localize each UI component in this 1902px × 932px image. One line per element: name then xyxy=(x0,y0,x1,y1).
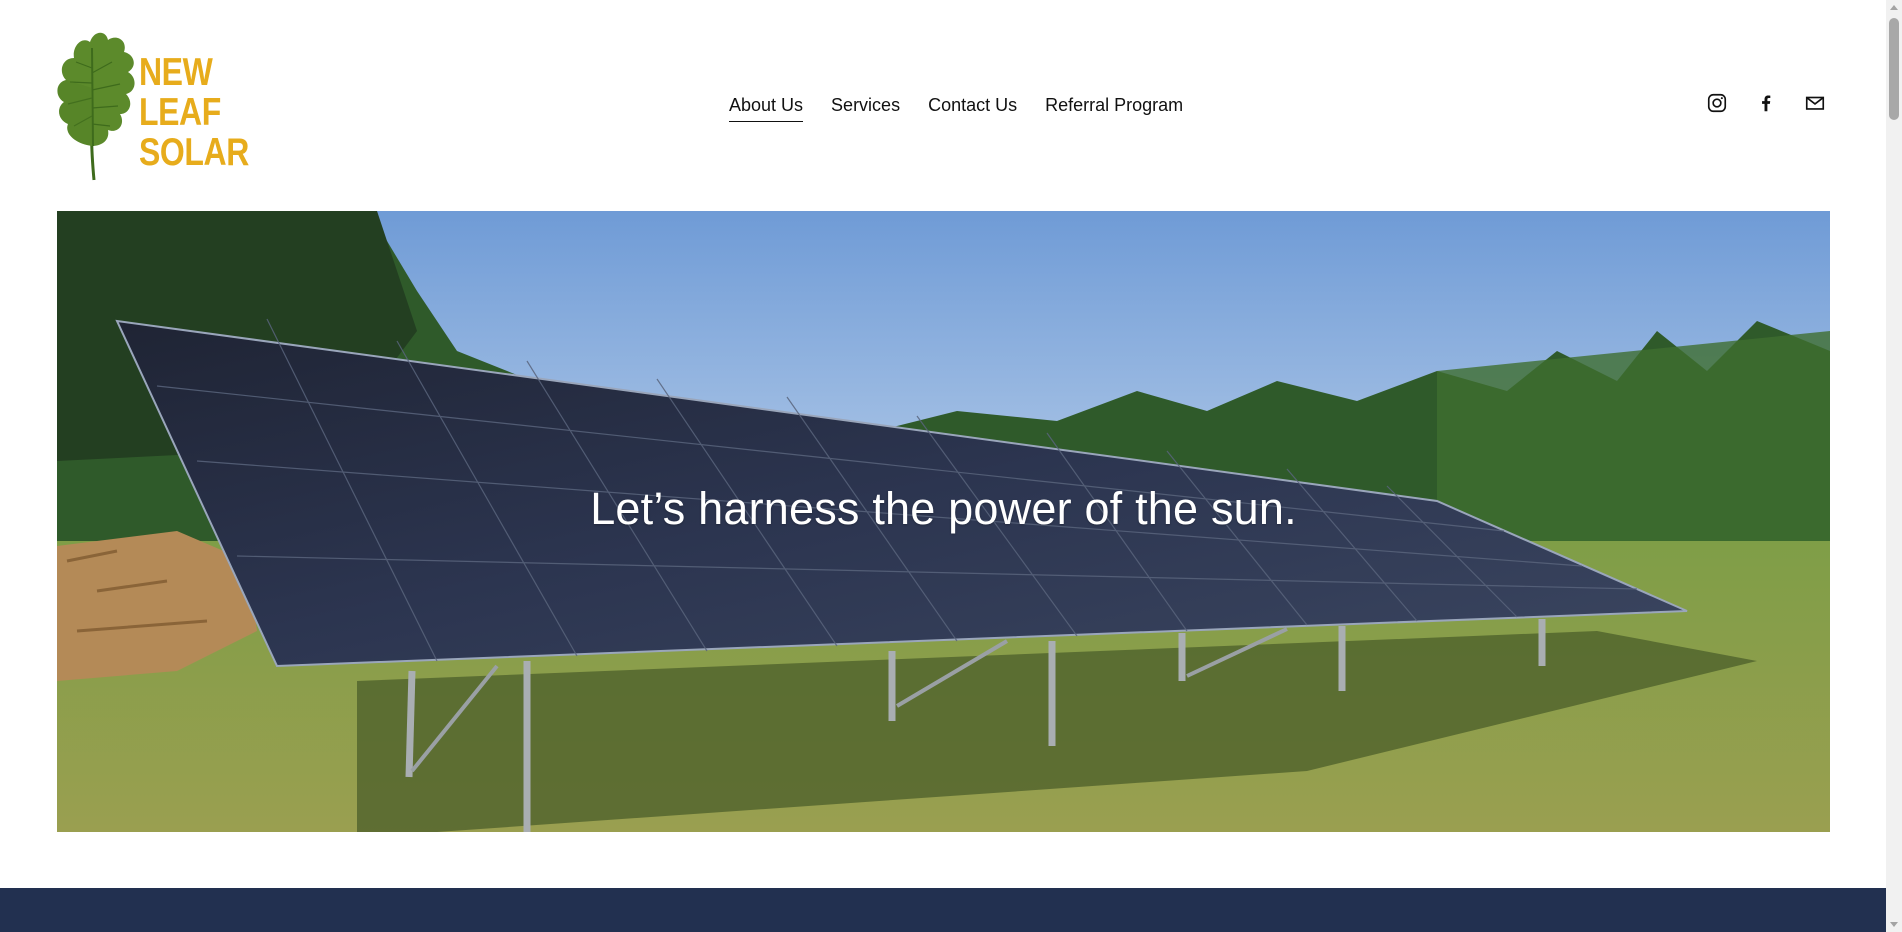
logo-line-solar: SOLAR xyxy=(139,131,249,174)
main-nav: About Us Services Contact Us Referral Pr… xyxy=(729,92,1183,122)
site-header: NEW LEAF SOLAR About Us Services Contact… xyxy=(0,0,1886,211)
footer-band xyxy=(0,888,1886,932)
nav-services[interactable]: Services xyxy=(831,92,900,122)
nav-contact-us[interactable]: Contact Us xyxy=(928,92,1017,122)
oak-leaf-icon xyxy=(57,32,135,181)
scrollbar-thumb[interactable] xyxy=(1889,18,1899,120)
social-links xyxy=(1706,92,1826,114)
instagram-icon[interactable] xyxy=(1706,92,1728,114)
logo-line-leaf: LEAF xyxy=(139,91,221,134)
scroll-up-arrow[interactable] xyxy=(1890,5,1898,10)
nav-about-us[interactable]: About Us xyxy=(729,92,804,122)
hero-banner: Let’s harness the power of the sun. xyxy=(57,211,1830,832)
page-scrollbar[interactable] xyxy=(1886,0,1902,932)
logo-wordmark: NEW LEAF SOLAR xyxy=(139,53,249,173)
scroll-down-arrow[interactable] xyxy=(1890,922,1898,927)
hero-title: Let’s harness the power of the sun. xyxy=(590,483,1297,534)
nav-referral-program[interactable]: Referral Program xyxy=(1045,92,1183,122)
site-logo[interactable]: NEW LEAF SOLAR xyxy=(54,28,254,183)
email-icon[interactable] xyxy=(1804,92,1826,114)
logo-line-new: NEW xyxy=(139,51,213,94)
facebook-icon[interactable] xyxy=(1755,92,1777,114)
